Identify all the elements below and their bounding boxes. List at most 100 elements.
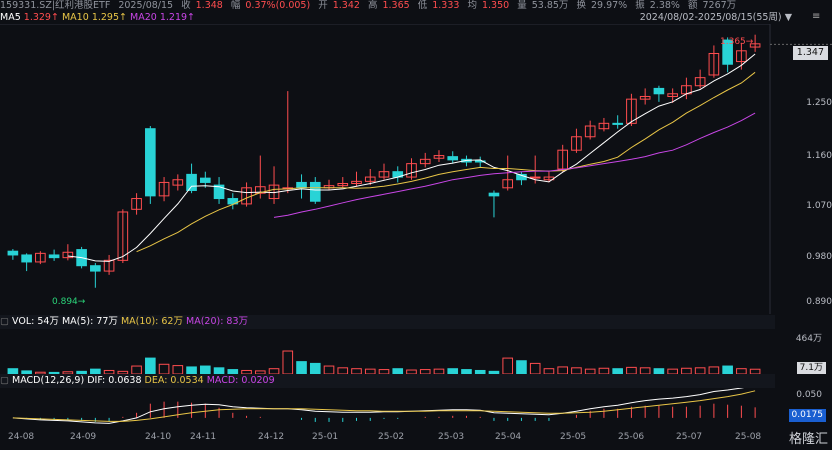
ma20-value: 1.219↑ xyxy=(159,12,196,23)
time-axis-label: 25-04 xyxy=(495,432,522,442)
volume-bar xyxy=(282,350,294,374)
quote-header: 159331.SZ|红利港股ETF 2025/08/15 收 1.348 幅 0.3… xyxy=(0,0,832,12)
time-axis-label: 24-08 xyxy=(8,432,35,442)
date-label: 2025/08/15 xyxy=(118,0,174,11)
max-price-value: 1.365 xyxy=(720,37,746,47)
time-axis-label: 24-10 xyxy=(145,432,172,442)
ma5-label: MA5 xyxy=(0,12,21,23)
menu-icon[interactable]: ≡ xyxy=(812,11,824,23)
volume-bar xyxy=(145,357,156,374)
time-axis-label: 25-07 xyxy=(676,432,703,442)
candle-body xyxy=(309,181,321,202)
turnover-label: 换 xyxy=(576,0,586,11)
volume-axis-top: 464万 xyxy=(795,334,822,344)
time-axis-label: 25-01 xyxy=(312,432,339,442)
avg-label: 均 xyxy=(467,0,477,11)
macd-current-tag: 0.0175 xyxy=(788,409,826,422)
time-axis-label: 25-02 xyxy=(378,432,405,442)
close-icon[interactable]: ▢ xyxy=(0,316,9,327)
macd-chart[interactable] xyxy=(0,388,832,430)
candle-body xyxy=(145,128,156,197)
price-tick: 1.250 xyxy=(806,98,832,108)
vol-ma20-value: MA(20): 83万 xyxy=(186,316,249,327)
volume-bar xyxy=(626,366,637,374)
price-tick: 0.890 xyxy=(806,297,832,307)
time-axis-label: 25-05 xyxy=(560,432,587,442)
amplitude-label: 振 xyxy=(635,0,645,11)
time-axis-label: 25-08 xyxy=(735,432,762,442)
high-label: 高 xyxy=(367,0,378,11)
candlestick-chart[interactable] xyxy=(0,24,832,314)
range-label: 2024/08/02-2025/08/15(55周) xyxy=(639,12,782,23)
current-price-tag: 1.347 xyxy=(792,46,828,60)
ma10-label: MA10 xyxy=(61,12,89,23)
volume-bar xyxy=(502,357,514,374)
min-price-annotation: 0.894→ xyxy=(52,297,86,307)
volume-bar xyxy=(199,365,211,374)
avg-value: 1.350 xyxy=(481,0,510,11)
volume-chart[interactable] xyxy=(0,329,832,374)
volume-bar xyxy=(186,366,197,374)
volume-current-tag: 7.1万 xyxy=(796,362,826,374)
candle-body xyxy=(529,176,541,179)
volume-bar xyxy=(309,362,321,374)
macd-legend: ▢ MACD(12,26,9) DIF: 0.0638 DEA: 0.0534 … xyxy=(0,374,775,388)
vol-ma5-value: MA(5): 77万 xyxy=(61,316,118,327)
candle-body xyxy=(48,254,60,259)
volume-bar xyxy=(722,365,733,374)
amplitude-value: 2.38% xyxy=(649,0,680,11)
candle-body xyxy=(447,156,459,161)
volume-bar xyxy=(131,365,142,374)
candle-body xyxy=(653,87,665,95)
price-tick: 1.160 xyxy=(806,151,832,161)
price-tick: 0.980 xyxy=(806,252,832,262)
time-axis-label: 24-11 xyxy=(190,432,217,442)
volume-bar xyxy=(172,365,184,374)
close-value: 1.348 xyxy=(195,0,223,11)
high-value: 1.365 xyxy=(382,0,410,11)
open-value: 1.342 xyxy=(332,0,360,11)
brand-logo: 格隆汇 xyxy=(788,432,828,447)
volume-label: 量 xyxy=(517,0,527,11)
volume-bar xyxy=(516,360,527,374)
change-value: 0.37%(0.005) xyxy=(245,0,311,11)
volume-bar xyxy=(557,366,569,374)
dif-value: DIF: 0.0638 xyxy=(87,375,142,386)
close-label: 收 xyxy=(181,0,191,11)
volume-bar xyxy=(296,361,307,374)
macd-value: MACD: 0.0209 xyxy=(206,375,275,386)
time-axis-label: 24-12 xyxy=(258,432,285,442)
volume-bar xyxy=(323,365,335,374)
time-axis-label: 24-09 xyxy=(70,432,97,442)
ma5-value: 1.329↑ xyxy=(23,12,59,23)
candle-body xyxy=(199,177,211,183)
ma10-value: 1.295↑ xyxy=(91,12,127,23)
range-selector[interactable]: 2024/08/02-2025/08/15(55周) ▼ xyxy=(640,12,792,24)
symbol-label[interactable]: 159331.SZ|红利港股ETF xyxy=(0,0,110,11)
change-label: 幅 xyxy=(230,0,241,11)
chevron-down-icon: ▼ xyxy=(784,12,792,23)
low-value: 1.333 xyxy=(432,0,460,11)
time-axis-label: 25-03 xyxy=(438,432,465,442)
time-axis-label: 25-06 xyxy=(618,432,645,442)
macd-axis-top: 0.050 xyxy=(796,390,822,400)
price-tick: 1.070 xyxy=(806,201,832,211)
low-label: 低 xyxy=(417,0,428,11)
amount-label: 额 xyxy=(687,0,698,11)
volume-value: 53.85万 xyxy=(531,0,569,11)
candle-body xyxy=(7,250,19,256)
candle-body xyxy=(186,173,197,191)
volume-bar xyxy=(529,362,541,374)
ma10-line xyxy=(136,71,756,253)
dea-value: DEA: 0.0534 xyxy=(144,375,204,386)
vol-value: VOL: 54万 xyxy=(12,316,59,327)
volume-bar xyxy=(708,366,720,374)
open-label: 开 xyxy=(318,0,328,11)
min-price-value: 0.894 xyxy=(52,297,78,307)
ma5-line xyxy=(67,53,756,262)
close-icon[interactable]: ▢ xyxy=(0,375,9,386)
dea-line xyxy=(12,390,756,422)
candle-body xyxy=(90,265,101,272)
amount-value: 7267万 xyxy=(702,0,737,11)
ma20-line xyxy=(273,112,756,218)
